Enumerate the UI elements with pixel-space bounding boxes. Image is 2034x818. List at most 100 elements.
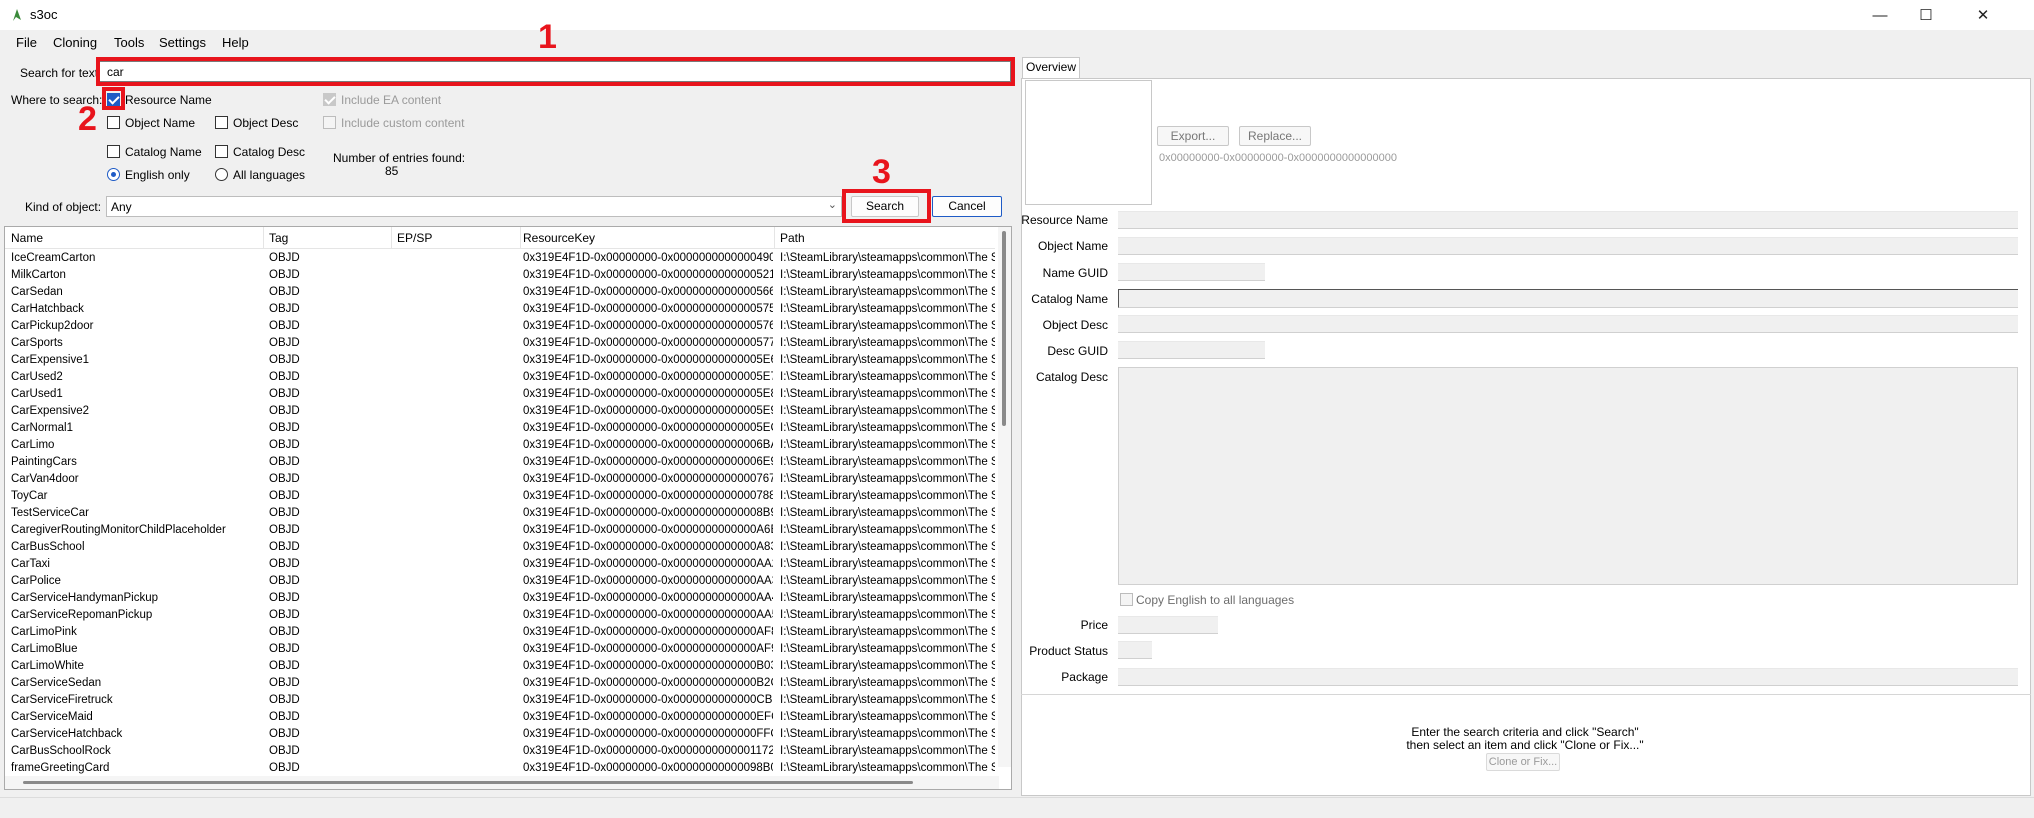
kind-of-object-value: Any	[111, 200, 132, 214]
cell-resourcekey: 0x319E4F1D-0x00000000-0x0000000000000566	[523, 286, 773, 298]
table-row[interactable]: CarServiceRepomanPickup OBJD 0x319E4F1D-0x…	[5, 608, 999, 625]
table-row[interactable]: CarLimoWhite OBJD 0x319E4F1D-0x00000000-0x…	[5, 659, 999, 676]
cell-name: CarSports	[11, 337, 63, 349]
table-row[interactable]: CaregiverRoutingMonitorChildPlaceholder O…	[5, 523, 999, 540]
table-row[interactable]: CarLimo OBJD 0x319E4F1D-0x00000000-0x00000…	[5, 438, 999, 455]
cell-name: CarLimoPink	[11, 626, 77, 638]
cell-tag: OBJD	[269, 354, 300, 366]
results-table: Name Tag EP/SP ResourceKey Path IceCream…	[4, 226, 1012, 790]
table-row[interactable]: CarBusSchoolRock OBJD 0x319E4F1D-0x0000000…	[5, 744, 999, 761]
close-button[interactable]: ✕	[1960, 0, 2006, 30]
column-header-tag[interactable]: Tag	[269, 231, 288, 245]
object-name-label: Object Name	[125, 116, 196, 130]
cell-resourcekey: 0x319E4F1D-0x00000000-0x0000000000000CBB	[523, 694, 773, 706]
table-row[interactable]: ToyCar OBJD 0x319E4F1D-0x00000000-0x000000…	[5, 489, 999, 506]
catalog-desc-checkbox[interactable]	[215, 145, 228, 158]
column-separator[interactable]	[391, 227, 392, 249]
menu-tools[interactable]: Tools	[114, 35, 144, 50]
package-field[interactable]	[1118, 668, 2018, 686]
table-row[interactable]: TestServiceCar OBJD 0x319E4F1D-0x00000000-…	[5, 506, 999, 523]
menu-help[interactable]: Help	[222, 35, 249, 50]
clone-or-fix-button[interactable]: Clone or Fix...	[1486, 753, 1560, 771]
cell-name: CarServiceRepomanPickup	[11, 609, 153, 621]
table-row[interactable]: PaintingCars OBJD 0x319E4F1D-0x00000000-0x…	[5, 455, 999, 472]
table-row[interactable]: CarBusSchool OBJD 0x319E4F1D-0x00000000-0x…	[5, 540, 999, 557]
table-row[interactable]: CarServiceMaid OBJD 0x319E4F1D-0x00000000-…	[5, 710, 999, 727]
catalog-name-field[interactable]	[1118, 289, 2018, 308]
vertical-scrollbar[interactable]	[998, 227, 1011, 767]
cell-tag: OBJD	[269, 456, 300, 468]
include-ea-checkbox[interactable]	[323, 93, 336, 106]
object-name-checkbox[interactable]	[107, 116, 120, 129]
menu-cloning[interactable]: Cloning	[53, 35, 97, 50]
desc-guid-field[interactable]	[1118, 341, 1265, 359]
resource-name-field[interactable]	[1118, 211, 2018, 229]
english-only-radio[interactable]	[107, 168, 120, 181]
catalog-desc-field[interactable]	[1118, 367, 2018, 585]
tab-overview[interactable]: Overview	[1022, 57, 1080, 78]
table-row[interactable]: CarPickup2door OBJD 0x319E4F1D-0x00000000-…	[5, 319, 999, 336]
table-row[interactable]: CarUsed1 OBJD 0x319E4F1D-0x00000000-0x0000…	[5, 387, 999, 404]
maximize-button[interactable]: ☐	[1903, 0, 1949, 30]
price-field[interactable]	[1118, 616, 1218, 634]
table-row[interactable]: CarServiceFiretruck OBJD 0x319E4F1D-0x0000…	[5, 693, 999, 710]
catalog-name-checkbox[interactable]	[107, 145, 120, 158]
cell-resourcekey: 0x319E4F1D-0x00000000-0x0000000000000B03	[523, 660, 773, 672]
object-name-field[interactable]	[1118, 237, 2018, 255]
minimize-button[interactable]: —	[1857, 0, 1903, 30]
table-row[interactable]: CarHatchback OBJD 0x319E4F1D-0x00000000-0x…	[5, 302, 999, 319]
cancel-button[interactable]: Cancel	[932, 196, 1002, 217]
table-row[interactable]: CarNormal1 OBJD 0x319E4F1D-0x00000000-0x00…	[5, 421, 999, 438]
vertical-scrollbar-thumb[interactable]	[1002, 231, 1006, 426]
cell-tag: OBJD	[269, 558, 300, 570]
cell-name: CarLimoWhite	[11, 660, 84, 672]
menu-settings[interactable]: Settings	[159, 35, 206, 50]
table-row[interactable]: CarServiceHandymanPickup OBJD 0x319E4F1D-0…	[5, 591, 999, 608]
object-desc-field[interactable]	[1118, 315, 2018, 333]
copy-english-checkbox[interactable]	[1120, 593, 1133, 606]
table-row[interactable]: CarExpensive2 OBJD 0x319E4F1D-0x00000000-0…	[5, 404, 999, 421]
column-separator[interactable]	[520, 227, 521, 249]
column-separator[interactable]	[263, 227, 264, 249]
kind-of-object-select[interactable]: Any ⌄	[106, 196, 842, 217]
horizontal-scrollbar-thumb[interactable]	[23, 781, 913, 784]
name-guid-field[interactable]	[1118, 263, 1265, 281]
table-row[interactable]: CarLimoBlue OBJD 0x319E4F1D-0x00000000-0x0…	[5, 642, 999, 659]
table-row[interactable]: CarLimoPink OBJD 0x319E4F1D-0x00000000-0x0…	[5, 625, 999, 642]
column-header-resourcekey[interactable]: ResourceKey	[523, 231, 595, 245]
table-row[interactable]: CarSedan OBJD 0x319E4F1D-0x00000000-0x0000…	[5, 285, 999, 302]
table-row[interactable]: CarExpensive1 OBJD 0x319E4F1D-0x00000000-0…	[5, 353, 999, 370]
preview-image	[1025, 80, 1152, 205]
cell-path: I:\SteamLibrary\steamapps\common\The Sim…	[780, 490, 995, 502]
all-languages-radio[interactable]	[215, 168, 228, 181]
cell-tag: OBJD	[269, 371, 300, 383]
table-row[interactable]: CarTaxi OBJD 0x319E4F1D-0x00000000-0x00000…	[5, 557, 999, 574]
table-row[interactable]: CarServiceHatchback OBJD 0x319E4F1D-0x0000…	[5, 727, 999, 744]
cell-name: TestServiceCar	[11, 507, 89, 519]
cell-path: I:\SteamLibrary\steamapps\common\The Sim…	[780, 660, 995, 672]
menu-bar	[0, 32, 2034, 54]
table-row[interactable]: CarSports OBJD 0x319E4F1D-0x00000000-0x000…	[5, 336, 999, 353]
table-row[interactable]: MilkCarton OBJD 0x319E4F1D-0x00000000-0x00…	[5, 268, 999, 285]
menu-file[interactable]: File	[16, 35, 37, 50]
app-icon	[13, 9, 21, 21]
search-label: Search for text:	[20, 66, 102, 80]
table-row[interactable]: IceCreamCarton OBJD 0x319E4F1D-0x00000000-…	[5, 251, 999, 268]
include-custom-checkbox[interactable]	[323, 116, 336, 129]
table-row[interactable]: CarVan4door OBJD 0x319E4F1D-0x00000000-0x0…	[5, 472, 999, 489]
cell-name: CarServiceSedan	[11, 677, 102, 689]
cell-tag: OBJD	[269, 524, 300, 536]
column-separator[interactable]	[774, 227, 775, 249]
replace-button[interactable]: Replace...	[1239, 126, 1311, 146]
export-button[interactable]: Export...	[1157, 126, 1229, 146]
column-header-name[interactable]: Name	[11, 231, 43, 245]
object-desc-checkbox[interactable]	[215, 116, 228, 129]
column-header-ep-sp[interactable]: EP/SP	[397, 231, 432, 245]
table-row[interactable]: CarServiceSedan OBJD 0x319E4F1D-0x00000000…	[5, 676, 999, 693]
table-row[interactable]: CarPolice OBJD 0x319E4F1D-0x00000000-0x000…	[5, 574, 999, 591]
table-row[interactable]: CarUsed2 OBJD 0x319E4F1D-0x00000000-0x0000…	[5, 370, 999, 387]
column-header-path[interactable]: Path	[780, 231, 805, 245]
product-status-field[interactable]	[1118, 641, 1152, 659]
horizontal-scrollbar[interactable]	[5, 776, 999, 789]
cell-path: I:\SteamLibrary\steamapps\common\The Sim…	[780, 694, 995, 706]
